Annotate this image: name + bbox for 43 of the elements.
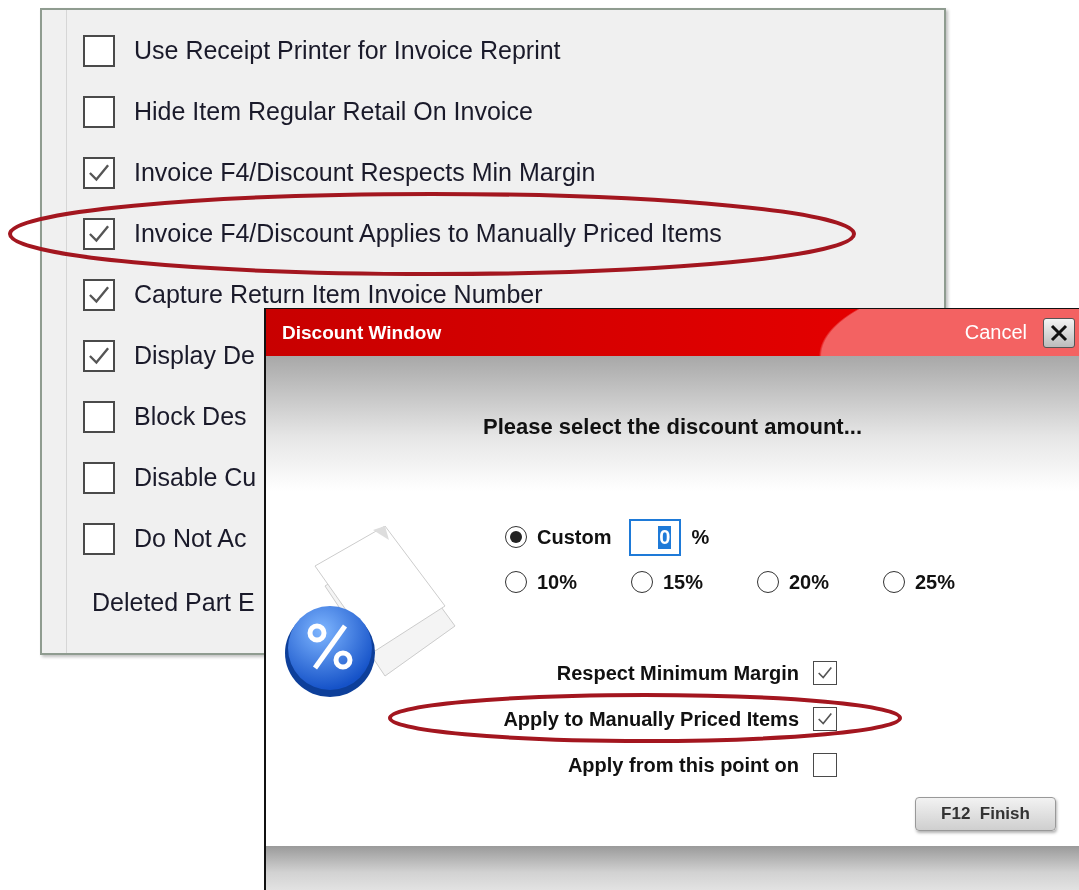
checkbox[interactable] <box>813 661 837 685</box>
option-label: Invoice F4/Discount Respects Min Margin <box>134 158 596 187</box>
checkbox[interactable] <box>83 34 115 67</box>
radio-label: 15% <box>663 570 704 594</box>
option-label: Invoice F4/Discount Applies to Manually Priced Items <box>134 219 722 248</box>
checkbox[interactable] <box>83 461 115 494</box>
close-icon <box>1050 323 1068 342</box>
unit-label: % <box>691 525 710 549</box>
checkbox[interactable] <box>83 400 115 433</box>
checkbox[interactable] <box>83 95 115 128</box>
option-label: Block Des <box>134 402 247 431</box>
option-label: Capture Return Item Invoice Number <box>134 280 543 309</box>
option-label: Disable Cu <box>134 463 257 492</box>
radio-button[interactable] <box>631 571 653 593</box>
option-label: Display De <box>134 341 255 370</box>
radio-button[interactable] <box>757 571 779 593</box>
checkbox[interactable] <box>83 156 115 189</box>
cancel-link[interactable]: Cancel <box>964 321 1027 344</box>
radio-label: Custom <box>537 525 612 549</box>
radio-label: 10% <box>537 570 578 594</box>
option-label: Respect Minimum Margin <box>556 661 799 685</box>
option-label: Apply from this point on <box>567 753 799 777</box>
option-label: Hide Item Regular Retail On Invoice <box>134 97 533 126</box>
checkbox[interactable] <box>83 522 115 555</box>
discount-input-field[interactable]: 0 <box>629 518 682 556</box>
radio-label: 25% <box>915 570 956 594</box>
field-label: Deleted Part E <box>92 587 256 617</box>
checkbox[interactable] <box>83 339 115 372</box>
checkbox[interactable] <box>83 278 115 311</box>
radio-label: 20% <box>789 570 830 594</box>
close-button[interactable] <box>1043 317 1075 348</box>
option-label: Apply to Manually Priced Items <box>503 707 799 731</box>
radio-button[interactable] <box>505 526 527 548</box>
finish-button[interactable]: F12 Finish <box>915 797 1056 831</box>
radio-button[interactable] <box>883 571 905 593</box>
option-label: Do Not Ac <box>134 524 247 553</box>
option-label: Use Receipt Printer for Invoice Reprint <box>134 36 561 65</box>
radio-button[interactable] <box>505 571 527 593</box>
window-title: Discount Window <box>282 321 443 344</box>
checkbox[interactable] <box>813 707 837 731</box>
checkbox[interactable] <box>813 753 837 777</box>
prompt-text: Please select the discount amount... <box>483 414 862 441</box>
checkbox[interactable] <box>83 217 115 250</box>
